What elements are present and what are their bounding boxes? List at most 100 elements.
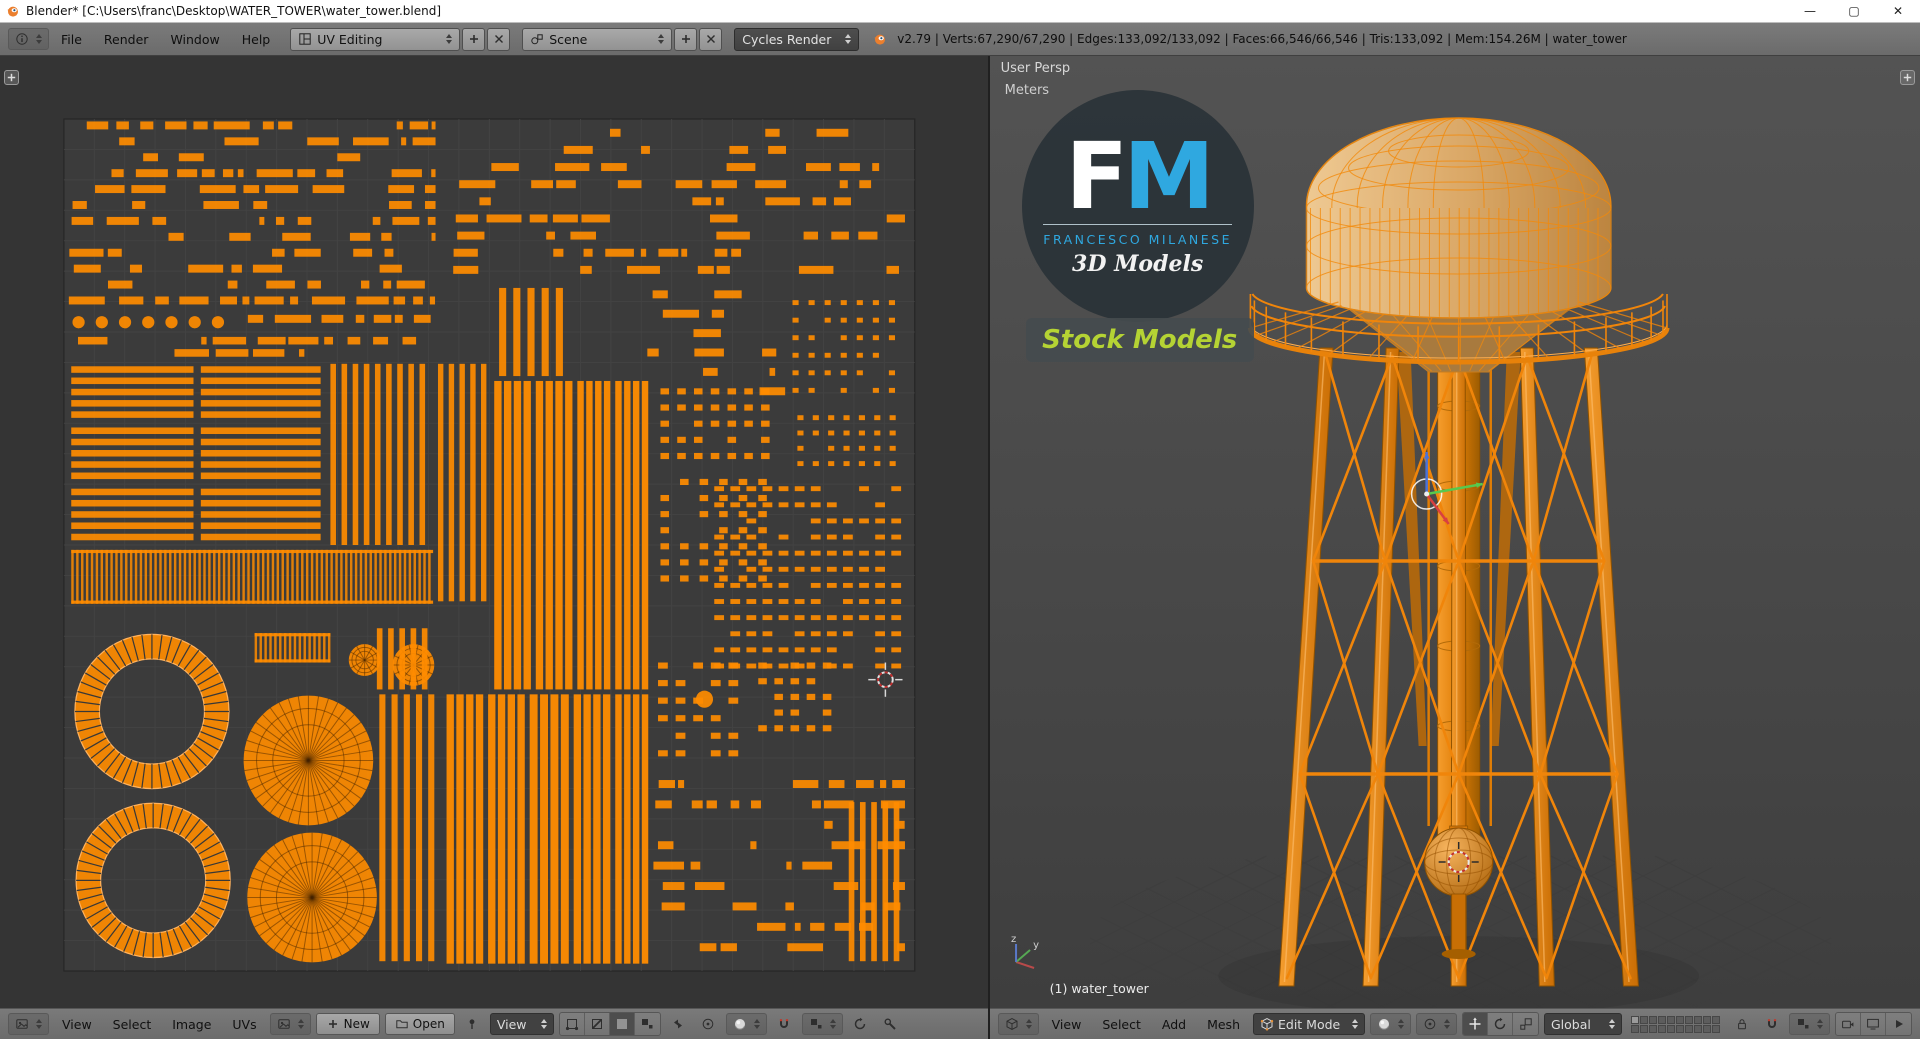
- layer-cell[interactable]: [1631, 1024, 1639, 1033]
- layer-cell[interactable]: [1712, 1015, 1720, 1024]
- image-browse-dropdown[interactable]: [269, 1013, 311, 1035]
- menu-window[interactable]: Window: [160, 32, 229, 47]
- lock-icon: [1735, 1017, 1749, 1031]
- play-animation-button[interactable]: [1886, 1013, 1911, 1035]
- uv-editor-canvas[interactable]: [0, 56, 988, 1008]
- image-new-button[interactable]: New: [315, 1013, 380, 1035]
- uv-sphere-dropdown[interactable]: [725, 1013, 767, 1035]
- layer-cell[interactable]: [1631, 1015, 1639, 1024]
- layer-cell[interactable]: [1667, 1024, 1675, 1033]
- shading-selector[interactable]: [1370, 1013, 1411, 1035]
- vertex-select-icon: [565, 1017, 579, 1031]
- region-expand-icon[interactable]: [1900, 70, 1915, 85]
- snap-toggle-button[interactable]: [772, 1013, 797, 1035]
- layers-widget[interactable]: [1631, 1015, 1720, 1033]
- layer-cell[interactable]: [1685, 1024, 1693, 1033]
- info-editor-type-dropdown[interactable]: [8, 28, 49, 50]
- layer-cell[interactable]: [1676, 1015, 1684, 1024]
- uv-selection-mode-group: [558, 1012, 661, 1036]
- uv-editor-type-dropdown[interactable]: [8, 1013, 49, 1035]
- menu-file[interactable]: File: [51, 32, 92, 47]
- uv-select-vertex-button[interactable]: [560, 1013, 585, 1035]
- uv-view-dropdown-label: View: [496, 1016, 527, 1032]
- layer-cell[interactable]: [1658, 1015, 1666, 1024]
- scale-manipulator-button[interactable]: [1513, 1013, 1538, 1035]
- uv-options-button[interactable]: [878, 1013, 903, 1035]
- layer-cell[interactable]: [1703, 1024, 1711, 1033]
- snap-element-dropdown[interactable]: [1789, 1013, 1830, 1035]
- orientation-selector[interactable]: Global: [1544, 1013, 1622, 1035]
- scene-selector[interactable]: Scene: [522, 27, 673, 51]
- translate-manipulator-button[interactable]: [1463, 1013, 1488, 1035]
- layer-cell[interactable]: [1712, 1024, 1720, 1033]
- uv-select-edge-button[interactable]: [585, 1013, 610, 1035]
- viewport-object-info: (1) water_tower: [1049, 981, 1149, 996]
- layer-cell[interactable]: [1658, 1024, 1666, 1033]
- uv-menu-view[interactable]: View: [54, 1017, 100, 1032]
- pin-icon: [465, 1017, 479, 1031]
- wrench-icon: [883, 1017, 897, 1031]
- uv-menu-select[interactable]: Select: [105, 1017, 160, 1032]
- dropdown-arrows-icon: [541, 1019, 547, 1029]
- delete-scene-button[interactable]: [699, 27, 723, 51]
- layout-icon: [298, 32, 312, 46]
- mode-value: Edit Mode: [1278, 1016, 1341, 1032]
- pivot-selector[interactable]: [1416, 1013, 1457, 1035]
- uv-select-island-button[interactable]: [635, 1013, 660, 1035]
- v3d-menu-mesh[interactable]: Mesh: [1199, 1017, 1248, 1032]
- uv-rotate-tool-button[interactable]: [848, 1013, 873, 1035]
- uv-menu-uvs[interactable]: UVs: [224, 1017, 264, 1032]
- viewport-shading-icon: [1377, 1017, 1391, 1031]
- layer-cell[interactable]: [1640, 1015, 1648, 1024]
- v3d-menu-add[interactable]: Add: [1154, 1017, 1194, 1032]
- opengl-render-button[interactable]: [1836, 1013, 1861, 1035]
- lock-to-scene-button[interactable]: [1729, 1013, 1754, 1035]
- delete-layout-button[interactable]: [487, 27, 511, 51]
- screen-layout-selector[interactable]: UV Editing: [290, 27, 461, 51]
- snap-mode-dropdown[interactable]: [801, 1013, 843, 1035]
- layer-cell[interactable]: [1649, 1015, 1657, 1024]
- edge-select-icon: [590, 1017, 604, 1031]
- svg-text:y: y: [1033, 940, 1039, 951]
- add-scene-button[interactable]: [674, 27, 698, 51]
- viewport-view-label: User Persp: [1000, 61, 1071, 76]
- face-select-icon: [615, 1017, 629, 1031]
- rotate-manipulator-button[interactable]: [1488, 1013, 1513, 1035]
- v3d-menu-select[interactable]: Select: [1094, 1017, 1149, 1032]
- proportional-edit-icon: [701, 1017, 715, 1031]
- island-select-icon: [640, 1017, 654, 1031]
- layer-cell[interactable]: [1685, 1015, 1693, 1024]
- image-open-button[interactable]: Open: [384, 1013, 455, 1035]
- minimize-button[interactable]: —: [1788, 0, 1832, 22]
- region-expand-icon[interactable]: [4, 70, 19, 85]
- layer-cell[interactable]: [1676, 1024, 1684, 1033]
- layer-cell[interactable]: [1694, 1015, 1702, 1024]
- snap-toggle-button[interactable]: [1759, 1013, 1784, 1035]
- add-layout-button[interactable]: [462, 27, 486, 51]
- orientation-value: Global: [1551, 1016, 1591, 1032]
- viewport-editor-type-dropdown[interactable]: [997, 1013, 1039, 1035]
- render-engine-selector[interactable]: Cycles Render: [734, 27, 860, 51]
- mode-selector[interactable]: Edit Mode: [1253, 1013, 1365, 1035]
- layer-cell[interactable]: [1667, 1015, 1675, 1024]
- proportional-edit-button[interactable]: [696, 1013, 721, 1035]
- uv-select-face-button[interactable]: [609, 1013, 635, 1035]
- layer-cell[interactable]: [1694, 1024, 1702, 1033]
- pin-button[interactable]: [460, 1013, 485, 1035]
- dropdown-arrows-icon: [1398, 1019, 1404, 1029]
- uv-sync-selection-button[interactable]: [666, 1013, 691, 1035]
- snap-element-icon: [809, 1017, 823, 1031]
- layer-cell[interactable]: [1649, 1024, 1657, 1033]
- render-engine-value: Cycles Render: [742, 31, 832, 47]
- v3d-menu-view[interactable]: View: [1044, 1017, 1090, 1032]
- uv-view-dropdown[interactable]: View: [489, 1013, 554, 1035]
- layer-cell[interactable]: [1640, 1024, 1648, 1033]
- close-button[interactable]: ✕: [1876, 0, 1920, 22]
- layer-cell[interactable]: [1703, 1015, 1711, 1024]
- menu-help[interactable]: Help: [232, 32, 281, 47]
- menu-render[interactable]: Render: [94, 32, 159, 47]
- viewport-canvas[interactable]: z y User Persp Meters (1) water_tower F M…: [989, 56, 1920, 1008]
- uv-menu-image[interactable]: Image: [164, 1017, 219, 1032]
- opengl-animation-button[interactable]: [1861, 1013, 1886, 1035]
- maximize-button[interactable]: ▢: [1832, 0, 1876, 22]
